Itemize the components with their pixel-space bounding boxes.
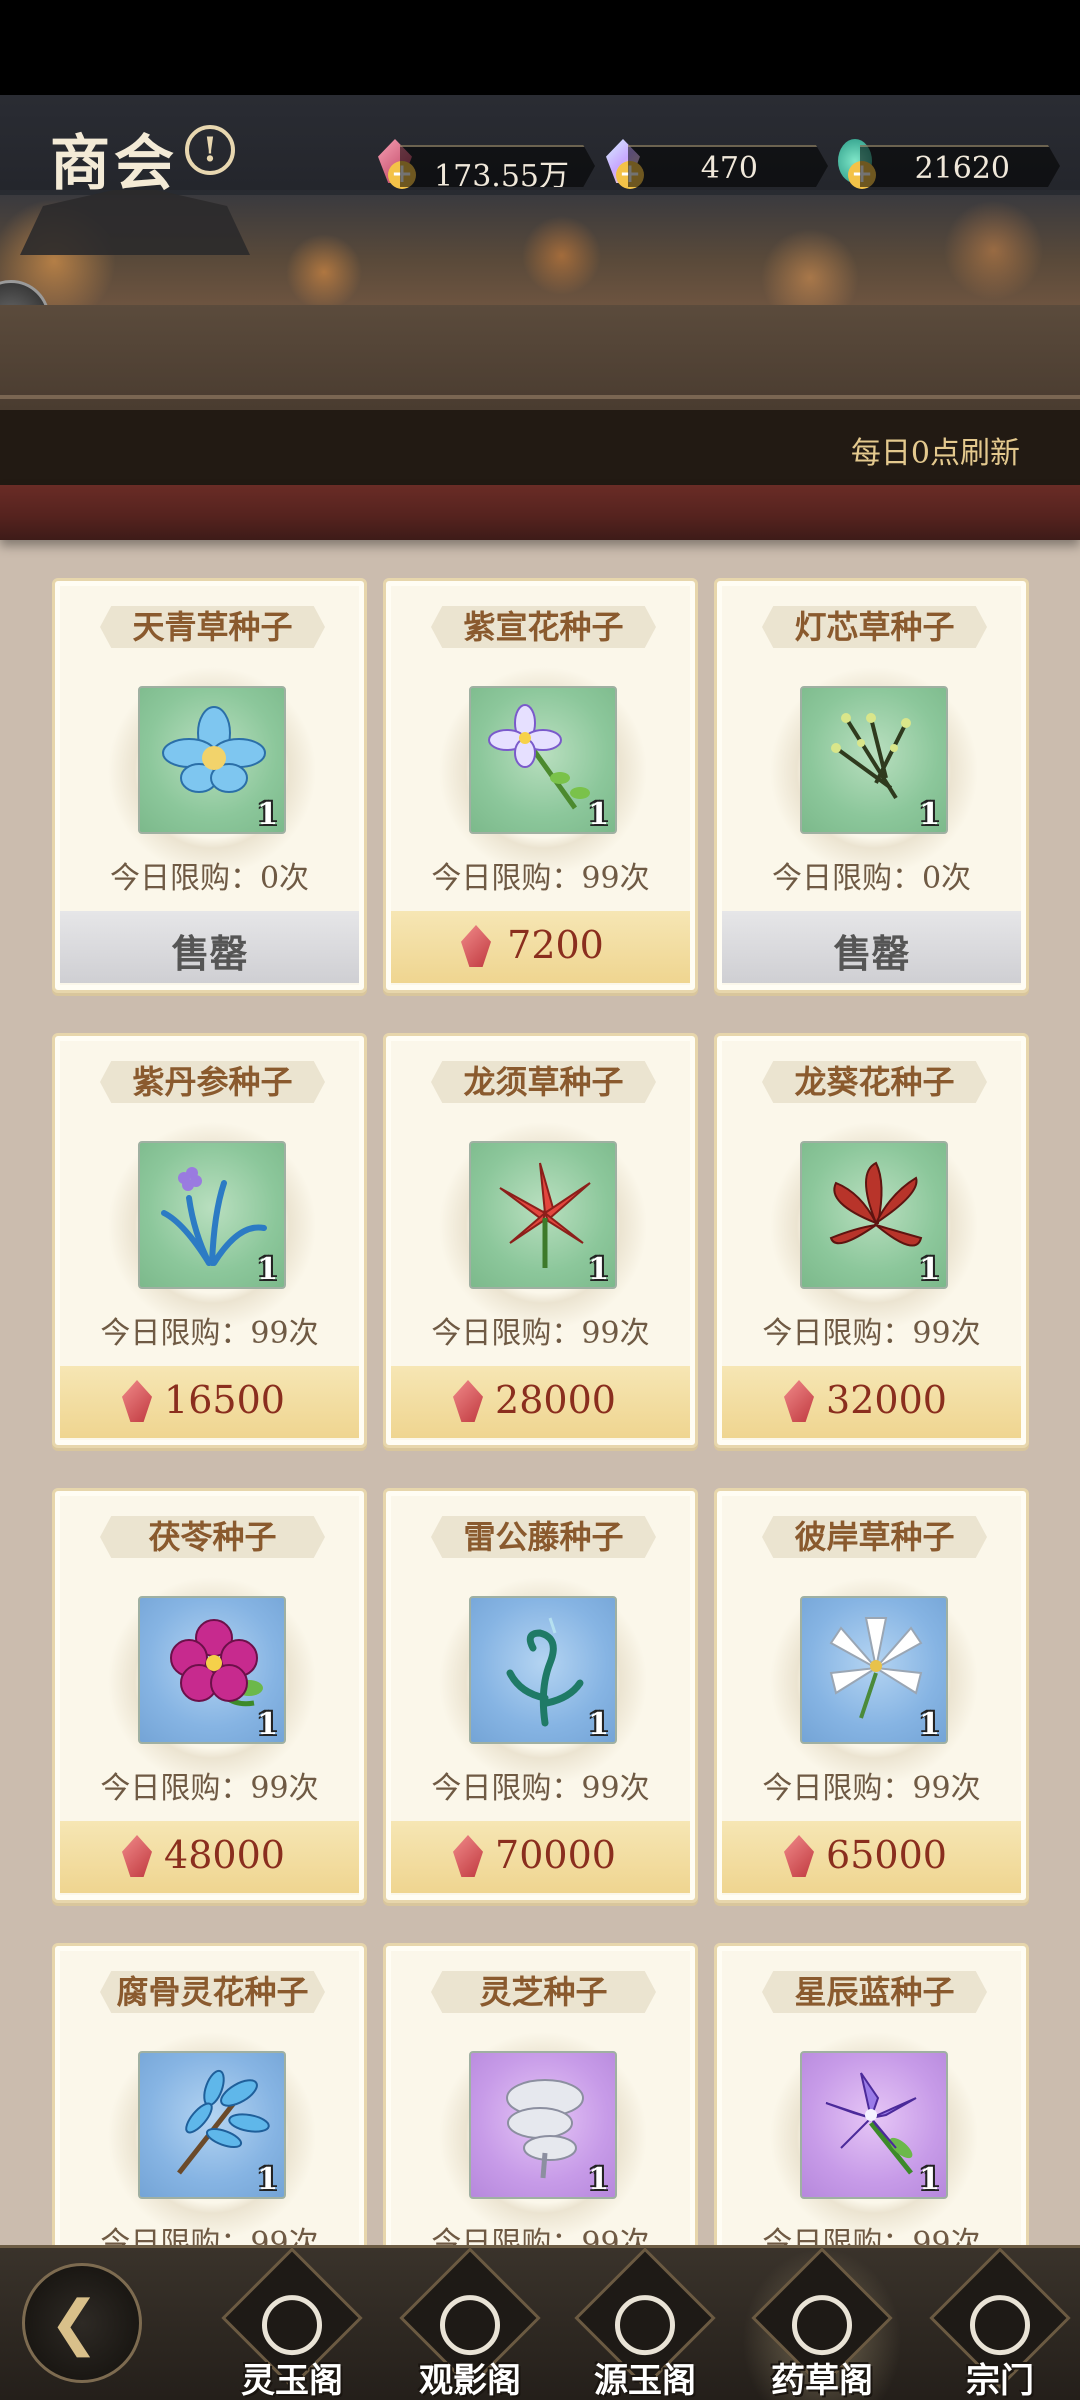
- purchase-limit: 今日限购：99次: [100, 1771, 319, 1806]
- currency-jade: 21620: [860, 145, 1060, 187]
- item-icon-longxu-grass: 1: [469, 1141, 617, 1289]
- purchase-limit: 今日限购：99次: [431, 2226, 650, 2245]
- page-title: 商会: [50, 129, 178, 199]
- refresh-notice-bar: 每日0点刷新: [0, 410, 1080, 485]
- currency-rainbow-crystal: 470: [628, 145, 828, 187]
- back-button[interactable]: ❮: [22, 2263, 142, 2383]
- status-bar: [0, 0, 1080, 95]
- nav-sect[interactable]: 宗门: [920, 2247, 1080, 2400]
- item-icon-zixuan-flower: 1: [469, 686, 617, 834]
- item-name: 天青草种子: [100, 606, 325, 648]
- item-icon-dengxin-grass: 1: [800, 686, 948, 834]
- shop-item-card[interactable]: 星辰蓝种子 1 今日限购：99次: [714, 1943, 1029, 2245]
- nav-guanying-pavilion[interactable]: 观影阁: [390, 2247, 550, 2400]
- header-banner: 商会 ! + 173.55万 + 470 + 21620: [0, 95, 1080, 305]
- back-arrow-icon: ❮: [49, 2288, 100, 2358]
- item-name: 彼岸草种子: [762, 1516, 987, 1558]
- shop-item-card[interactable]: 龙葵花种子 1 今日限购：99次 32000: [714, 1033, 1029, 1448]
- buy-button[interactable]: 28000: [391, 1366, 690, 1438]
- purchase-limit: 今日限购：99次: [762, 1771, 981, 1806]
- buy-button[interactable]: 48000: [60, 1821, 359, 1893]
- purchase-limit: 今日限购：99次: [762, 2226, 981, 2245]
- shop-item-card[interactable]: 茯苓种子 1 今日限购：99次 48000: [52, 1488, 367, 1903]
- purchase-limit: 今日限购：0次: [109, 861, 310, 896]
- item-icon-tianqing-grass: 1: [138, 686, 286, 834]
- shop-item-card[interactable]: 紫宣花种子 1 今日限购：99次 7200: [383, 578, 698, 993]
- shop-grid: 天青草种子 1 今日限购：0次 售罄 紫宣花种子 1 今日限购：99次 7200…: [0, 540, 1080, 2245]
- purchase-limit: 今日限购：99次: [431, 1316, 650, 1351]
- item-name: 龙须草种子: [431, 1061, 656, 1103]
- item-icon-leigong-vine: 1: [469, 1596, 617, 1744]
- item-icon-lingzhi: 1: [469, 2051, 617, 2199]
- item-name: 紫丹参种子: [100, 1061, 325, 1103]
- nav-lingyu-pavilion[interactable]: 灵玉阁: [212, 2247, 372, 2400]
- shop-item-card[interactable]: 紫丹参种子 1 今日限购：99次 16500: [52, 1033, 367, 1448]
- item-icon-fuling: 1: [138, 1596, 286, 1744]
- shop-item-card[interactable]: 龙须草种子 1 今日限购：99次 28000: [383, 1033, 698, 1448]
- item-name: 紫宣花种子: [431, 606, 656, 648]
- refresh-notice: 每日0点刷新: [850, 436, 1020, 471]
- buy-button[interactable]: 65000: [722, 1821, 1021, 1893]
- item-name: 雷公藤种子: [431, 1516, 656, 1558]
- shop-item-card[interactable]: 彼岸草种子 1 今日限购：99次 65000: [714, 1488, 1029, 1903]
- purchase-limit: 今日限购：99次: [431, 861, 650, 896]
- buy-button[interactable]: 7200: [391, 911, 690, 983]
- buy-button[interactable]: 32000: [722, 1366, 1021, 1438]
- item-icon-fugu-lingflower: 1: [138, 2051, 286, 2199]
- buy-button[interactable]: 16500: [60, 1366, 359, 1438]
- purchase-limit: 今日限购：99次: [431, 1771, 650, 1806]
- counter-beam: [0, 305, 1080, 410]
- shop-item-card[interactable]: 灯芯草种子 1 今日限购：0次 售罄: [714, 578, 1029, 993]
- item-name: 腐骨灵花种子: [100, 1971, 325, 2013]
- shop-item-card[interactable]: 腐骨灵花种子 1 今日限购：99次: [52, 1943, 367, 2245]
- purchase-limit: 今日限购：99次: [100, 2226, 319, 2245]
- info-icon[interactable]: !: [185, 125, 235, 175]
- sold-out-bar: 售罄: [60, 911, 359, 983]
- item-name: 灯芯草种子: [762, 606, 987, 648]
- currency-spirit-stone: 173.55万: [400, 145, 595, 187]
- item-name: 星辰蓝种子: [762, 1971, 987, 2013]
- buy-button[interactable]: 70000: [391, 1821, 690, 1893]
- sold-out-bar: 售罄: [722, 911, 1021, 983]
- item-icon-longkui-flower: 1: [800, 1141, 948, 1289]
- purchase-limit: 今日限购：0次: [771, 861, 972, 896]
- item-icon-zidanshen: 1: [138, 1141, 286, 1289]
- shop-item-card[interactable]: 雷公藤种子 1 今日限购：99次 70000: [383, 1488, 698, 1903]
- purchase-limit: 今日限购：99次: [762, 1316, 981, 1351]
- nav-herb-pavilion[interactable]: 药草阁: [742, 2247, 902, 2400]
- item-icon-xingchenlan: 1: [800, 2051, 948, 2199]
- top-bar: 商会 ! + 173.55万 + 470 + 21620: [0, 95, 1080, 199]
- bottom-navigation: ❮ 灵玉阁 观影阁 源玉阁 药草阁 宗门: [0, 2245, 1080, 2400]
- item-icon-bian-grass: 1: [800, 1596, 948, 1744]
- purchase-limit: 今日限购：99次: [100, 1316, 319, 1351]
- item-name: 灵芝种子: [431, 1971, 656, 2013]
- shop-item-card[interactable]: 天青草种子 1 今日限购：0次 售罄: [52, 578, 367, 993]
- item-name: 茯苓种子: [100, 1516, 325, 1558]
- item-name: 龙葵花种子: [762, 1061, 987, 1103]
- shop-item-card[interactable]: 灵芝种子 1 今日限购：99次: [383, 1943, 698, 2245]
- nav-yuanyu-pavilion[interactable]: 源玉阁: [565, 2247, 725, 2400]
- counter-edge: [0, 485, 1080, 540]
